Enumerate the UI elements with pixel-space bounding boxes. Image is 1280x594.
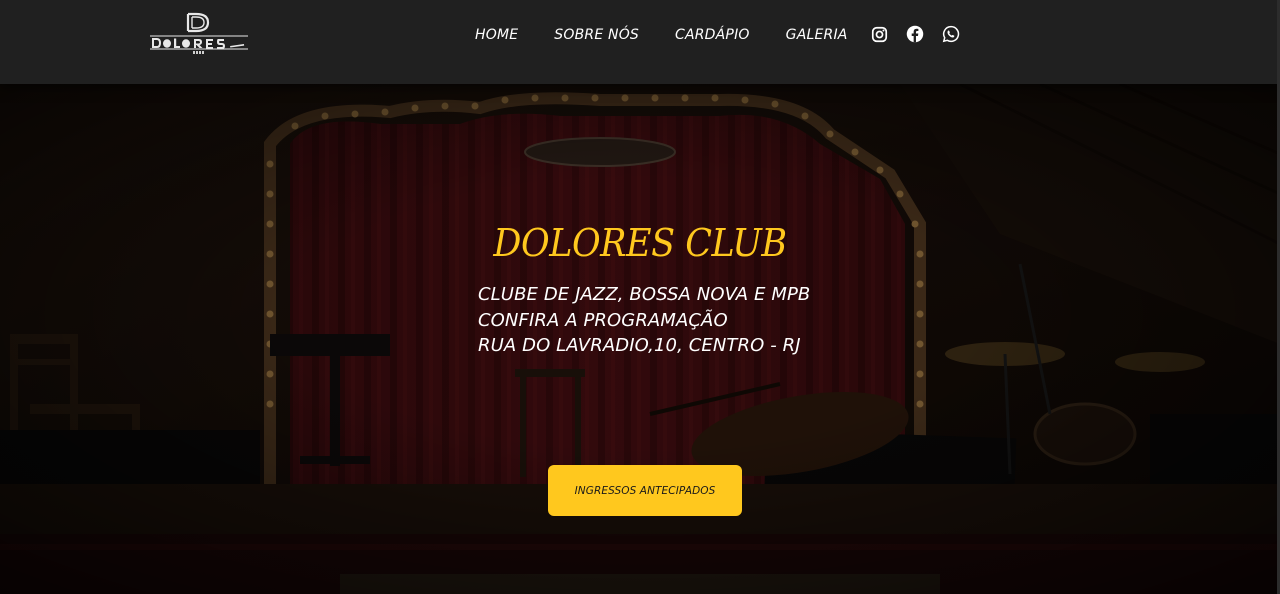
nav-item-cardapio[interactable]: CARDÁPIO <box>675 27 750 43</box>
page: HOME SOBRE NÓS CARDÁPIO GALERIA DOLORES … <box>0 0 1280 594</box>
hero-line-genres: CLUBE DE JAZZ, BOSSA NOVA E MPB <box>478 284 811 305</box>
hero-title: DOLORES CLUB <box>493 221 787 265</box>
hero-line-address: RUA DO LAVRADIO,10, CENTRO - RJ <box>478 335 801 356</box>
dolores-club-logo[interactable] <box>148 10 252 56</box>
whatsapp-icon[interactable] <box>941 24 961 44</box>
hero-info: CLUBE DE JAZZ, BOSSA NOVA E MPB CONFIRA … <box>478 282 898 359</box>
site-header: HOME SOBRE NÓS CARDÁPIO GALERIA <box>0 0 1280 84</box>
nav-item-sobre-nos[interactable]: SOBRE NÓS <box>554 27 639 43</box>
social-links <box>869 24 961 44</box>
tickets-button[interactable]: INGRESSOS ANTECIPADOS <box>548 465 742 516</box>
instagram-icon[interactable] <box>869 24 889 44</box>
nav-item-home[interactable]: HOME <box>475 27 518 43</box>
hero-line-program: CONFIRA A PROGRAMAÇÃO <box>478 309 728 331</box>
nav-item-galeria[interactable]: GALERIA <box>786 27 848 43</box>
hero-section: DOLORES CLUB CLUBE DE JAZZ, BOSSA NOVA E… <box>0 84 1280 594</box>
main-nav: HOME SOBRE NÓS CARDÁPIO GALERIA <box>475 24 848 46</box>
logo-graphic <box>150 12 248 54</box>
facebook-icon[interactable] <box>905 24 925 44</box>
